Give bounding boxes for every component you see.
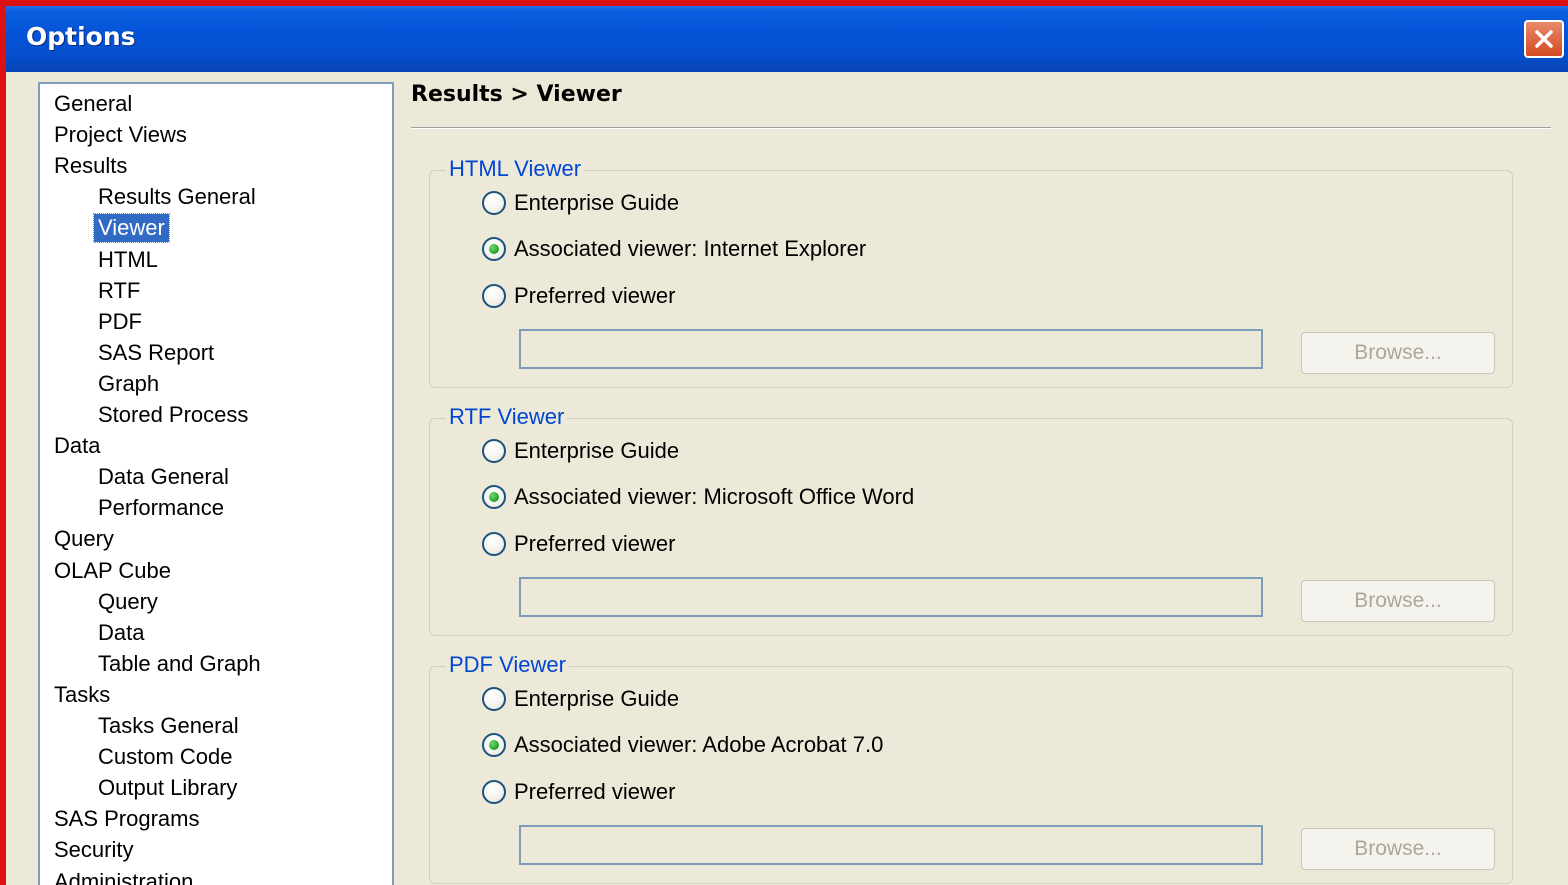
options-tree[interactable]: General Project Views Results Results Gener… xyxy=(38,82,394,885)
tree-item-tasks[interactable]: Tasks xyxy=(54,681,110,709)
tree-item-results[interactable]: Results xyxy=(54,152,127,180)
radio-unchecked-icon[interactable] xyxy=(482,284,506,308)
radio-label: Enterprise Guide xyxy=(514,686,680,711)
tree-item-html[interactable]: HTML xyxy=(98,246,158,274)
radio-unchecked-icon[interactable] xyxy=(482,687,506,711)
window-title: Options xyxy=(26,22,136,51)
tree-item-data[interactable]: Data xyxy=(54,432,100,460)
rtf-viewer-option-3[interactable]: Preferred viewer xyxy=(482,530,675,558)
radio-unchecked-icon[interactable] xyxy=(482,780,506,804)
radio-label: Enterprise Guide xyxy=(514,190,680,215)
pdf-viewer-option-1[interactable]: Enterprise Guide xyxy=(482,685,679,713)
radio-checked-icon[interactable] xyxy=(482,733,506,757)
html-viewer-group-title: HTML Viewer xyxy=(446,156,585,182)
tree-item-custom-code[interactable]: Custom Code xyxy=(98,743,233,771)
rtf-viewer-group-title: RTF Viewer xyxy=(446,404,568,430)
tree-item-general[interactable]: General xyxy=(54,90,132,118)
pdf-viewer-option-3[interactable]: Preferred viewer xyxy=(482,778,675,806)
html-viewer-option-3[interactable]: Preferred viewer xyxy=(482,282,675,310)
radio-checked-icon[interactable] xyxy=(482,485,506,509)
radio-label: Preferred viewer xyxy=(514,531,676,556)
tree-item-viewer[interactable]: Viewer xyxy=(93,213,170,244)
radio-checked-icon[interactable] xyxy=(482,237,506,261)
html-viewer-browse-button[interactable]: Browse... xyxy=(1301,332,1495,374)
rtf-viewer-path-input[interactable] xyxy=(519,577,1263,617)
tree-item-results-general[interactable]: Results General xyxy=(98,183,256,211)
tree-item-project-views[interactable]: Project Views xyxy=(54,121,187,149)
rtf-viewer-browse-button[interactable]: Browse... xyxy=(1301,580,1495,622)
radio-label: Associated viewer: Internet Explorer xyxy=(514,236,867,261)
html-viewer-option-1[interactable]: Enterprise Guide xyxy=(482,189,679,217)
tree-item-tasks-general[interactable]: Tasks General xyxy=(98,712,239,740)
tree-item-sas-report[interactable]: SAS Report xyxy=(98,339,214,367)
pdf-viewer-option-2[interactable]: Associated viewer: Adobe Acrobat 7.0 xyxy=(482,731,883,759)
radio-unchecked-icon[interactable] xyxy=(482,191,506,215)
pdf-viewer-browse-button[interactable]: Browse... xyxy=(1301,828,1495,870)
radio-label: Associated viewer: Adobe Acrobat 7.0 xyxy=(514,732,884,757)
rtf-viewer-group: RTF Viewer Enterprise Guide Associated vie… xyxy=(429,404,1513,636)
tree-item-output-library[interactable]: Output Library xyxy=(98,774,237,802)
tree-item-pdf[interactable]: PDF xyxy=(98,308,142,336)
tree-item-olap-cube[interactable]: OLAP Cube xyxy=(54,557,171,585)
tree-item-data-general[interactable]: Data General xyxy=(98,463,229,491)
tree-item-query[interactable]: Query xyxy=(98,588,158,616)
tree-item-stored-process[interactable]: Stored Process xyxy=(98,401,248,429)
radio-unchecked-icon[interactable] xyxy=(482,532,506,556)
tree-item-query[interactable]: Query xyxy=(54,525,114,553)
tree-item-rtf[interactable]: RTF xyxy=(98,277,140,305)
radio-dot-icon xyxy=(489,740,499,750)
rtf-viewer-option-1[interactable]: Enterprise Guide xyxy=(482,437,679,465)
radio-label: Enterprise Guide xyxy=(514,438,680,463)
tree-item-performance[interactable]: Performance xyxy=(98,494,224,522)
title-bar[interactable]: Options xyxy=(6,6,1568,72)
tree-item-graph[interactable]: Graph xyxy=(98,370,159,398)
options-dialog: Options General Project Views Results Resul… xyxy=(0,0,1568,885)
html-viewer-option-2[interactable]: Associated viewer: Internet Explorer xyxy=(482,235,866,263)
tree-item-table-and-graph[interactable]: Table and Graph xyxy=(98,650,261,678)
header-divider xyxy=(411,127,1551,129)
pdf-viewer-group-title: PDF Viewer xyxy=(446,652,569,678)
html-viewer-group: HTML Viewer Enterprise Guide Associated vi… xyxy=(429,156,1513,388)
pdf-viewer-group: PDF Viewer Enterprise Guide Associated vie… xyxy=(429,652,1513,884)
html-viewer-path-input[interactable] xyxy=(519,329,1263,369)
radio-label: Preferred viewer xyxy=(514,283,676,308)
tree-item-security[interactable]: Security xyxy=(54,836,133,864)
tree-item-administration[interactable]: Administration xyxy=(54,868,193,885)
pdf-viewer-path-input[interactable] xyxy=(519,825,1263,865)
radio-dot-icon xyxy=(489,492,499,502)
rtf-viewer-option-2[interactable]: Associated viewer: Microsoft Office Word xyxy=(482,483,914,511)
radio-unchecked-icon[interactable] xyxy=(482,439,506,463)
tree-item-data[interactable]: Data xyxy=(98,619,144,647)
page-breadcrumb: Results > Viewer xyxy=(411,82,622,107)
radio-label: Associated viewer: Microsoft Office Word xyxy=(514,484,915,509)
close-icon xyxy=(1535,30,1553,48)
radio-label: Preferred viewer xyxy=(514,779,676,804)
radio-dot-icon xyxy=(489,244,499,254)
close-button[interactable] xyxy=(1524,20,1564,58)
tree-item-sas-programs[interactable]: SAS Programs xyxy=(54,805,200,833)
